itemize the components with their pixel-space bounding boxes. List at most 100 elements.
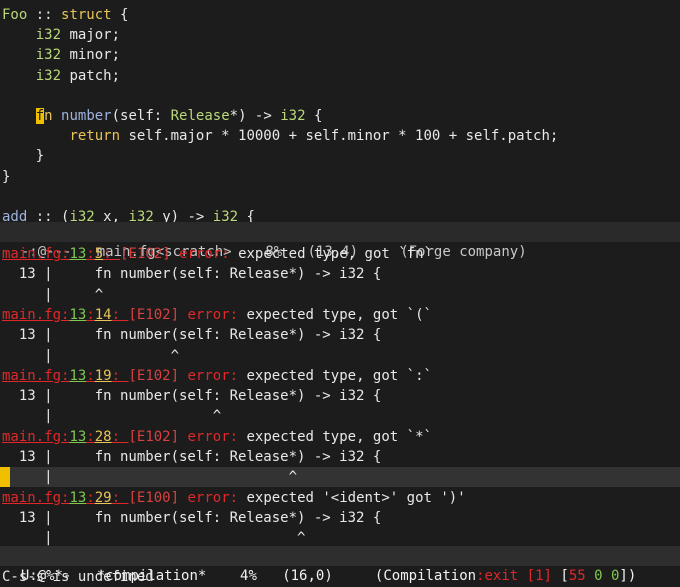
error-column-number[interactable]: 19 [95, 368, 112, 384]
code-token: major; [61, 27, 121, 44]
error-source-line: 13 | fn number(self: Release*) -> i32 { [2, 449, 382, 465]
cursor [0, 467, 10, 488]
code-line[interactable]: fn number(self: Release*) -> i32 { [2, 106, 322, 126]
code-line[interactable]: return self.major * 10000 + self.minor *… [2, 126, 558, 146]
code-token: } [2, 168, 11, 185]
code-line[interactable]: } [2, 167, 10, 187]
error-caret-line: | ^ [0, 467, 680, 488]
error-caret-line: | ^ [2, 286, 104, 303]
separator: : [111, 367, 129, 384]
error-source-line: 13 | fn number(self: Release*) -> i32 { [2, 266, 382, 283]
code-token: self.major * 10000 + self.minor * 100 + … [120, 128, 559, 145]
code-line[interactable]: i32 major; [2, 25, 120, 45]
error-caret-line: | ^ [2, 408, 222, 425]
modeline-counts-open: [ [560, 568, 569, 584]
error-column-number[interactable]: 5 [95, 246, 103, 262]
error-message: expected type, got `:` [246, 367, 432, 384]
error-label: error: [179, 246, 230, 262]
error-line-number[interactable]: 13 [69, 368, 86, 384]
error-label: error: [187, 489, 239, 506]
error-message: expected type, got `*` [246, 428, 432, 445]
error-code: [E102] [120, 246, 171, 262]
separator [171, 246, 179, 262]
error-column-number[interactable]: 29 [95, 490, 112, 506]
code-token: i32 [35, 27, 62, 44]
modeline-error-count: 55 [568, 568, 586, 584]
code-token: *) -> [229, 108, 281, 124]
cursor: f [35, 108, 45, 124]
error-column-number[interactable]: 14 [95, 307, 112, 323]
separator: : [86, 367, 95, 384]
separator: : [111, 489, 129, 506]
error-line-number[interactable]: 13 [69, 246, 86, 262]
code-token: Release [170, 108, 230, 124]
code-token: n [44, 108, 53, 124]
separator [238, 490, 246, 506]
separator: : [111, 306, 129, 323]
error-message: expected type, got `(` [246, 306, 432, 323]
code-token: { [111, 7, 129, 23]
error-entry-header[interactable]: main.fg:13:5: [E102] error: expected typ… [2, 244, 432, 264]
code-token: patch; [61, 67, 121, 84]
code-token: Foo [2, 7, 28, 23]
code-line[interactable]: i32 minor; [2, 45, 120, 65]
error-message: expected '<ident>' got ')' [246, 489, 466, 506]
minibuffer-message: C-s-s is undefined [2, 569, 154, 585]
error-line-number[interactable]: 13 [69, 490, 86, 506]
modeline-position: (16,0) [282, 568, 333, 584]
code-token: struct [61, 7, 112, 23]
error-code: [E102] [128, 428, 180, 445]
error-code: [E102] [128, 367, 180, 384]
code-token: i32 [280, 108, 306, 124]
code-token: minor; [61, 47, 121, 64]
error-source-line: 13 | fn number(self: Release*) -> i32 { [2, 509, 382, 526]
separator: : [86, 306, 95, 323]
error-file-link[interactable]: main.fg [2, 429, 61, 445]
error-file-link[interactable]: main.fg [2, 307, 61, 323]
separator [230, 246, 238, 262]
code-line[interactable]: Foo :: struct { [2, 5, 128, 25]
code-line[interactable]: } [2, 146, 44, 166]
modeline-counts-close: ]) [619, 568, 637, 584]
compilation-modeline: U:@%*- *compilation* 4% (16,0) (Compilat… [0, 546, 680, 584]
code-token: (self: [111, 108, 171, 124]
separator: : [86, 246, 95, 262]
separator: : [86, 428, 95, 445]
error-label: error: [187, 428, 239, 445]
editor-modeline: -:@--- main.fg<scratch> 8% (13,4) (Forge… [0, 222, 680, 260]
error-caret-line: | ^ [2, 347, 180, 364]
error-file-link[interactable]: main.fg [2, 368, 61, 384]
error-file-link[interactable]: main.fg [2, 490, 61, 506]
code-token: :: [27, 7, 62, 23]
separator: : [86, 489, 95, 506]
error-entry-header[interactable]: main.fg:13:29: [E100] error: expected '<… [2, 488, 466, 508]
error-file-link[interactable]: main.fg [2, 246, 61, 262]
error-label: error: [187, 367, 239, 384]
error-label: error: [187, 306, 239, 323]
error-column-number[interactable]: 28 [95, 429, 112, 445]
separator: : [111, 428, 129, 445]
error-code: [E102] [128, 306, 180, 323]
error-source-line: 13 | fn number(self: Release*) -> i32 { [2, 327, 382, 344]
modeline-percent: 4% [240, 568, 257, 584]
error-line-number[interactable]: 13 [69, 429, 86, 445]
error-entry-header[interactable]: main.fg:13:19: [E102] error: expected ty… [2, 366, 432, 386]
error-line-number[interactable]: 13 [69, 307, 86, 323]
error-entry-header[interactable]: main.fg:13:14: [E102] error: expected ty… [2, 305, 432, 325]
modeline-mode[interactable]: (Compilation [375, 568, 476, 584]
code-token: number [61, 108, 112, 124]
separator [238, 368, 246, 384]
separator [238, 429, 246, 445]
modeline-exit-status: :exit [1] [476, 568, 552, 584]
error-entry-header[interactable]: main.fg:13:28: [E102] error: expected ty… [2, 427, 432, 447]
code-line[interactable]: i32 patch; [2, 66, 120, 86]
separator: : [103, 246, 121, 262]
error-source-line: 13 | fn number(self: Release*) -> i32 { [2, 388, 382, 405]
modeline-warning-count: 0 [594, 568, 603, 584]
